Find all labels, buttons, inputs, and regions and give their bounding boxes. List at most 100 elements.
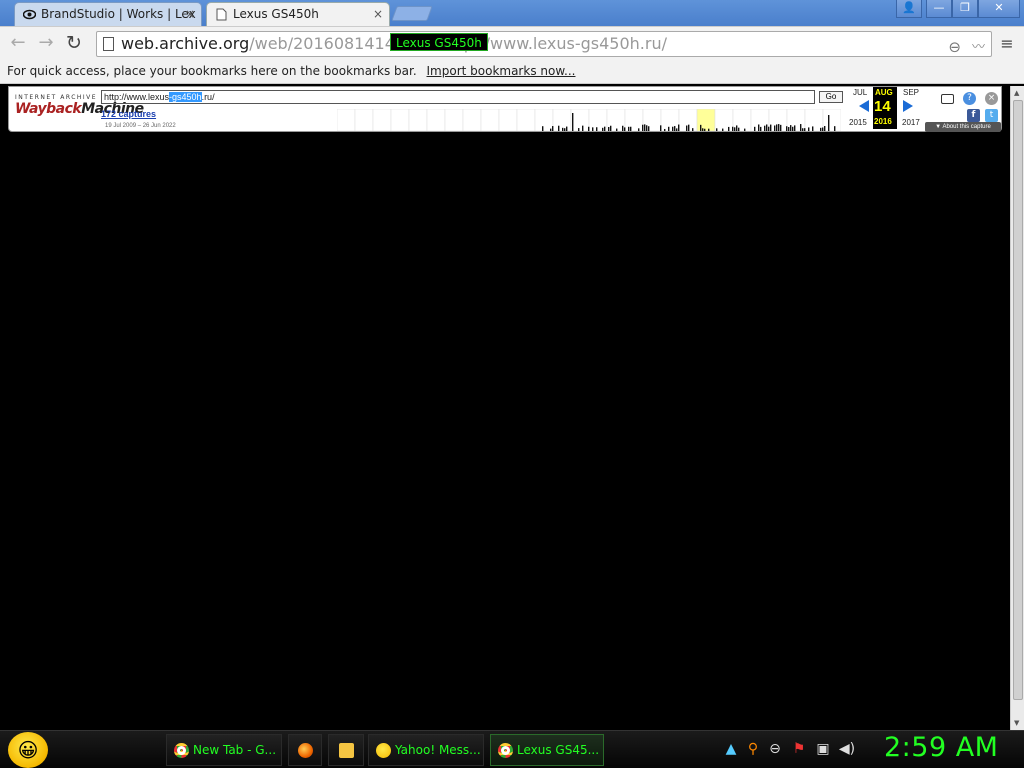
year-column[interactable]: [804, 109, 824, 131]
address-bar[interactable]: web.archive.org/web/20160814142835/http:…: [96, 31, 992, 57]
year-column[interactable]: [732, 109, 752, 131]
menu-button[interactable]: ≡: [998, 34, 1016, 53]
year-column[interactable]: [696, 109, 716, 131]
bookmarks-message: For quick access, place your bookmarks h…: [7, 64, 417, 78]
capture-bar: [794, 125, 796, 131]
capture-bar: [732, 126, 734, 131]
task-yahoo-messenger[interactable]: Yahoo! Mess...: [368, 734, 484, 766]
year-column[interactable]: [552, 109, 572, 131]
start-button[interactable]: 😀: [8, 732, 48, 768]
capture-bar: [738, 127, 740, 131]
year-column[interactable]: [534, 109, 554, 131]
import-bookmarks-link[interactable]: Import bookmarks now...: [427, 64, 576, 78]
year-column[interactable]: [390, 109, 410, 131]
capture-bar: [820, 127, 822, 131]
wayback-url-input[interactable]: http://www.lexus-gs450h.ru/: [101, 90, 815, 104]
scrollbar[interactable]: ▲ ▼: [1010, 86, 1024, 730]
close-tab-icon[interactable]: ×: [373, 7, 383, 21]
year-column[interactable]: [642, 109, 662, 131]
task-lexus[interactable]: Lexus GS45...: [490, 734, 604, 766]
water-drop-icon[interactable]: ▲: [722, 739, 740, 759]
forward-button[interactable]: →: [34, 32, 58, 54]
capture-bar: [638, 128, 640, 131]
user-icon[interactable]: 👤: [896, 0, 922, 18]
year-column[interactable]: [372, 109, 392, 131]
capture-bar: [562, 127, 564, 131]
facebook-icon[interactable]: f: [967, 109, 980, 122]
back-button[interactable]: ←: [6, 32, 30, 54]
capture-bar: [608, 126, 610, 131]
capture-bar: [700, 124, 702, 131]
capture-bar: [800, 124, 802, 131]
year-column[interactable]: [624, 109, 644, 131]
action-center-flag-icon[interactable]: ⚑: [790, 739, 808, 759]
scroll-thumb[interactable]: [1013, 100, 1023, 700]
tab-brandstudio[interactable]: BrandStudio | Works | Lex ×: [14, 2, 202, 26]
zoom-icon[interactable]: ⊖: [948, 35, 961, 56]
year-column[interactable]: [516, 109, 536, 131]
captures-link[interactable]: 172 captures: [101, 109, 156, 119]
task-new-tab[interactable]: New Tab - G...: [166, 734, 282, 766]
capture-sparkline[interactable]: [337, 109, 841, 131]
year-column[interactable]: [714, 109, 734, 131]
logo-wayback: Wayback: [15, 101, 82, 117]
taskbar: 😀 New Tab - G... Yahoo! Mess... Lexus GS…: [0, 730, 1024, 768]
volume-icon[interactable]: ◀): [838, 739, 856, 759]
network-icon[interactable]: ▣: [814, 739, 832, 759]
new-tab-button[interactable]: [391, 6, 433, 21]
capture-bar: [790, 125, 792, 131]
capture-bar: [672, 126, 674, 131]
help-icon[interactable]: ?: [963, 92, 976, 105]
close-window-button[interactable]: ✕: [978, 0, 1020, 18]
year-column[interactable]: [337, 109, 356, 131]
year-column[interactable]: [462, 109, 482, 131]
minimize-button[interactable]: —: [926, 0, 952, 18]
year-column[interactable]: [426, 109, 446, 131]
capture-bar: [588, 126, 590, 131]
scroll-up-icon[interactable]: ▲: [1014, 89, 1019, 97]
year-column[interactable]: [498, 109, 518, 131]
scroll-down-icon[interactable]: ▼: [1014, 719, 1019, 727]
prev-month-link[interactable]: JUL: [853, 88, 867, 97]
year-column[interactable]: [822, 109, 841, 131]
capture-bar: [808, 127, 810, 131]
capture-bar: [792, 126, 794, 131]
reload-button[interactable]: ↻: [62, 32, 86, 54]
about-capture-button[interactable]: ▼ About this capture: [925, 122, 1001, 132]
next-capture-arrow-icon[interactable]: [903, 100, 913, 112]
year-column[interactable]: [480, 109, 500, 131]
go-button[interactable]: Go: [819, 91, 843, 103]
eye-icon: [23, 9, 36, 20]
extension-icon[interactable]: 〰: [972, 36, 985, 56]
task-label: Yahoo! Mess...: [395, 743, 481, 757]
close-icon[interactable]: ×: [985, 92, 998, 105]
minus-circle-icon[interactable]: ⊖: [766, 739, 784, 759]
close-tab-icon[interactable]: ×: [185, 7, 195, 21]
year-column[interactable]: [570, 109, 590, 131]
tab-lexus[interactable]: Lexus GS450h ×: [206, 2, 390, 27]
prev-capture-arrow-icon[interactable]: [859, 100, 869, 112]
calendar-nav: JUL 2015 AUG 14 2016 SEP 2017: [845, 87, 929, 131]
capture-bar: [692, 128, 694, 131]
capture-bar: [704, 128, 706, 131]
year-column[interactable]: [354, 109, 374, 131]
capture-bar: [674, 126, 676, 131]
maximize-button[interactable]: ❐: [952, 0, 978, 18]
next-year-link[interactable]: 2017: [902, 118, 920, 127]
capture-bar: [728, 126, 730, 131]
capture-bar: [678, 124, 680, 131]
search-icon[interactable]: ⚲: [744, 739, 762, 759]
prev-year-link[interactable]: 2015: [849, 118, 867, 127]
year-column[interactable]: [408, 109, 428, 131]
capture-bar: [550, 128, 552, 131]
twitter-icon[interactable]: t: [985, 109, 998, 122]
year-column[interactable]: [786, 109, 806, 131]
task-firefox[interactable]: [288, 734, 322, 766]
screenshot-icon[interactable]: [941, 94, 954, 104]
next-month-link[interactable]: SEP: [903, 88, 919, 97]
year-column[interactable]: [444, 109, 464, 131]
task-folder[interactable]: [328, 734, 364, 766]
capture-bar: [788, 127, 790, 131]
year-column[interactable]: [660, 109, 680, 131]
clock[interactable]: 2:59 AM: [884, 732, 998, 763]
